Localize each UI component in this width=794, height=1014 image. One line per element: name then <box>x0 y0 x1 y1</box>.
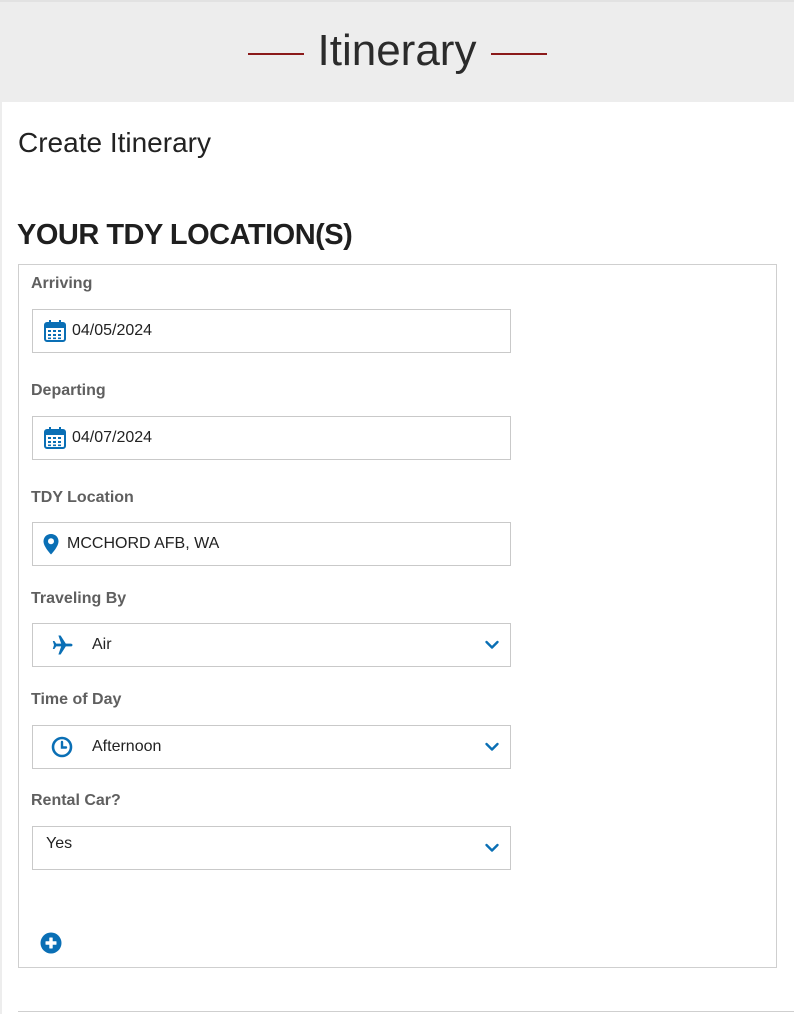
clock-icon <box>51 736 73 758</box>
tdy-location-field[interactable]: MCCHORD AFB, WA <box>32 522 511 566</box>
traveling-by-label: Traveling By <box>31 590 127 607</box>
tdy-locations-heading: YOUR TDY LOCATION(S) <box>17 219 353 251</box>
chevron-down-icon <box>485 742 499 751</box>
departing-date-value: 04/07/2024 <box>72 429 153 446</box>
airplane-icon <box>52 635 73 655</box>
departing-label: Departing <box>31 382 106 399</box>
chevron-down-icon <box>485 843 499 852</box>
map-pin-icon <box>43 534 59 555</box>
arriving-date-value: 04/05/2024 <box>72 322 153 339</box>
traveling-by-select[interactable]: Air <box>32 623 511 667</box>
rental-car-value: Yes <box>46 835 73 852</box>
traveling-by-value: Air <box>92 636 112 653</box>
banner-right-rule <box>491 53 547 55</box>
header-banner: Itinerary <box>0 0 794 102</box>
arriving-label: Arriving <box>31 275 93 292</box>
page: Itinerary Create Itinerary YOUR TDY LOCA… <box>0 0 794 1014</box>
header-title: Itinerary <box>317 26 477 75</box>
rental-car-label: Rental Car? <box>31 792 121 809</box>
time-of-day-label: Time of Day <box>31 691 122 708</box>
section-divider <box>18 1011 794 1012</box>
arriving-date-field[interactable]: 04/05/2024 <box>32 309 511 353</box>
departing-date-field[interactable]: 04/07/2024 <box>32 416 511 460</box>
page-title: Create Itinerary <box>18 127 211 158</box>
left-edge-strip <box>0 102 2 1014</box>
plus-circle-icon[interactable] <box>40 932 62 954</box>
time-of-day-value: Afternoon <box>92 738 162 755</box>
tdy-location-label: TDY Location <box>31 489 134 506</box>
rental-car-select[interactable]: Yes <box>32 826 511 870</box>
chevron-down-icon <box>485 640 499 649</box>
calendar-icon <box>44 320 66 342</box>
calendar-icon <box>44 427 66 449</box>
time-of-day-select[interactable]: Afternoon <box>32 725 511 769</box>
tdy-location-value: MCCHORD AFB, WA <box>67 535 220 552</box>
